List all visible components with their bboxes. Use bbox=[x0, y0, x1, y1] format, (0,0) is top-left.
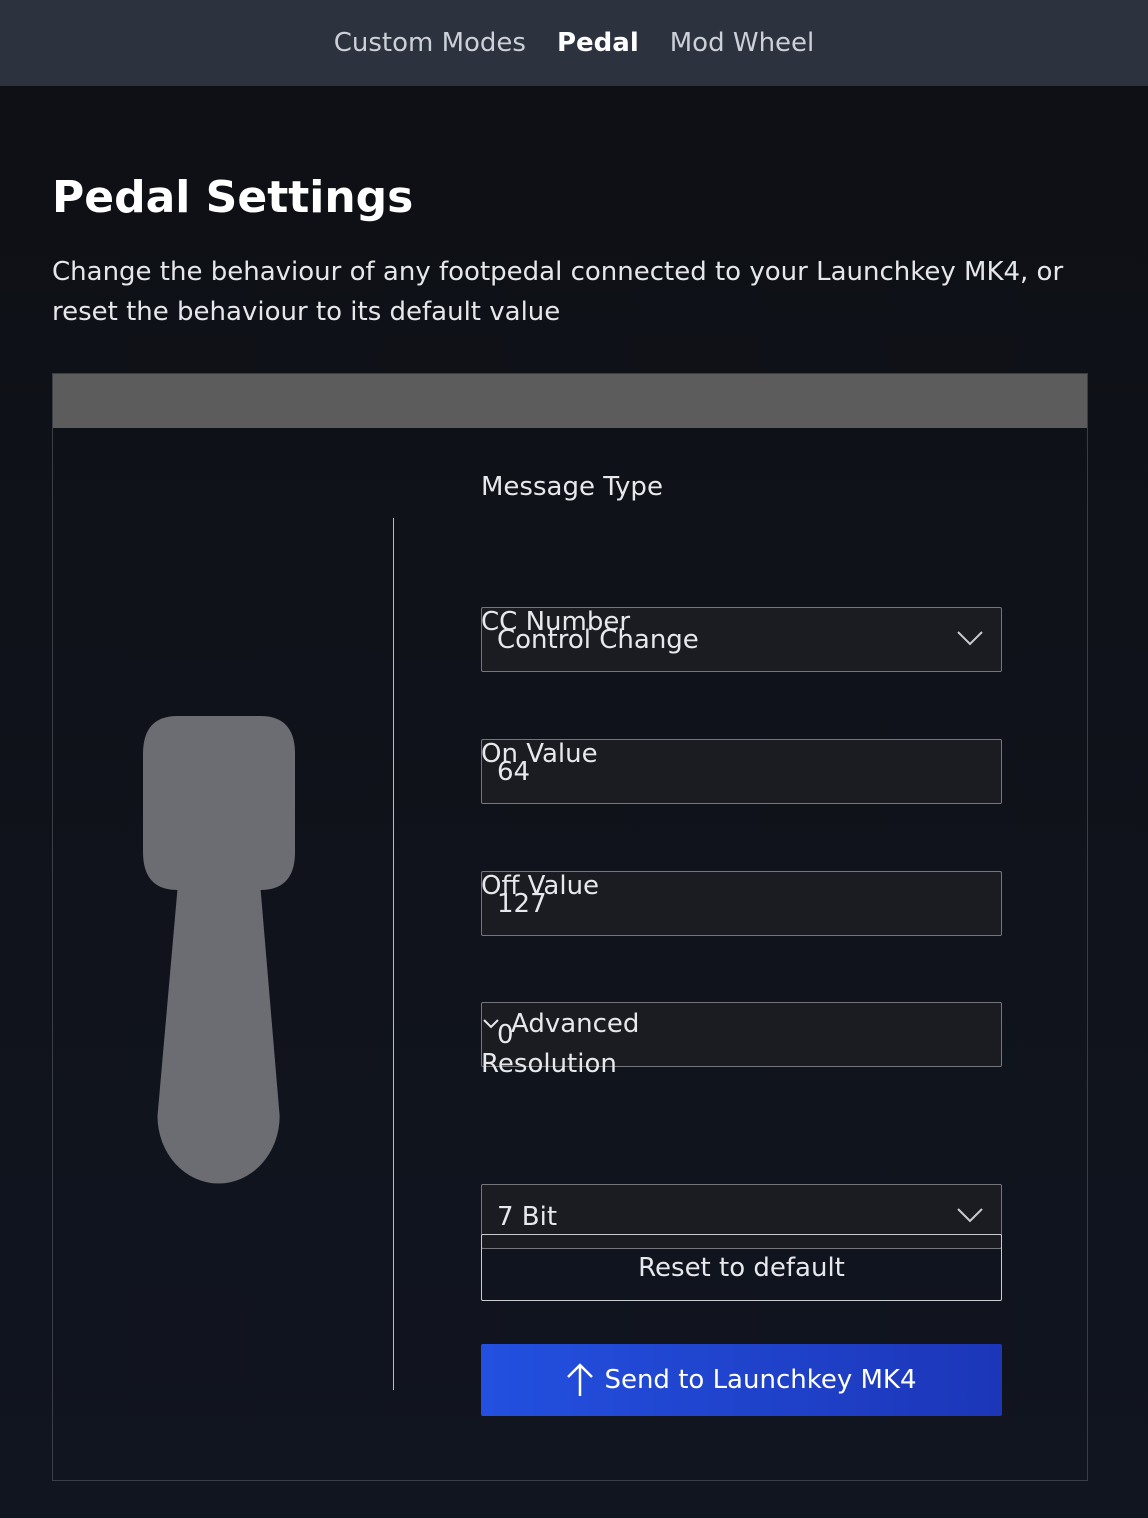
main-content: Pedal Settings Change the behaviour of a… bbox=[0, 86, 1148, 1518]
pedal-settings-panel: Message Type Control Change CC Number 64… bbox=[52, 373, 1088, 1481]
chevron-down-icon bbox=[483, 1019, 499, 1029]
chevron-down-icon bbox=[957, 1208, 983, 1223]
advanced-label: Advanced bbox=[511, 1009, 640, 1039]
tab-custom-modes[interactable]: Custom Modes bbox=[334, 28, 526, 58]
page-title: Pedal Settings bbox=[52, 172, 414, 223]
resolution-label: Resolution bbox=[481, 1049, 617, 1079]
cc-number-label: CC Number bbox=[481, 607, 631, 637]
top-nav: Custom Modes Pedal Mod Wheel bbox=[0, 0, 1148, 86]
panel-header bbox=[53, 374, 1087, 428]
advanced-toggle[interactable]: Advanced bbox=[483, 1009, 639, 1039]
reset-to-default-button[interactable]: Reset to default bbox=[481, 1234, 1002, 1301]
chevron-down-icon bbox=[957, 631, 983, 646]
pedal-icon bbox=[143, 716, 295, 1184]
tab-pedal[interactable]: Pedal bbox=[557, 28, 639, 58]
arrow-up-icon bbox=[567, 1363, 594, 1396]
tab-mod-wheel[interactable]: Mod Wheel bbox=[670, 28, 815, 58]
send-button-label: Send to Launchkey MK4 bbox=[604, 1365, 917, 1395]
reset-button-label: Reset to default bbox=[638, 1252, 845, 1283]
off-value-label: Off Value bbox=[481, 871, 600, 901]
on-value-label: On Value bbox=[481, 739, 598, 769]
send-to-device-button[interactable]: Send to Launchkey MK4 bbox=[481, 1344, 1002, 1416]
resolution-value: 7 Bit bbox=[497, 1201, 558, 1232]
panel-divider bbox=[393, 518, 394, 1390]
page-description: Change the behaviour of any footpedal co… bbox=[52, 257, 1064, 327]
message-type-label: Message Type bbox=[481, 472, 663, 502]
